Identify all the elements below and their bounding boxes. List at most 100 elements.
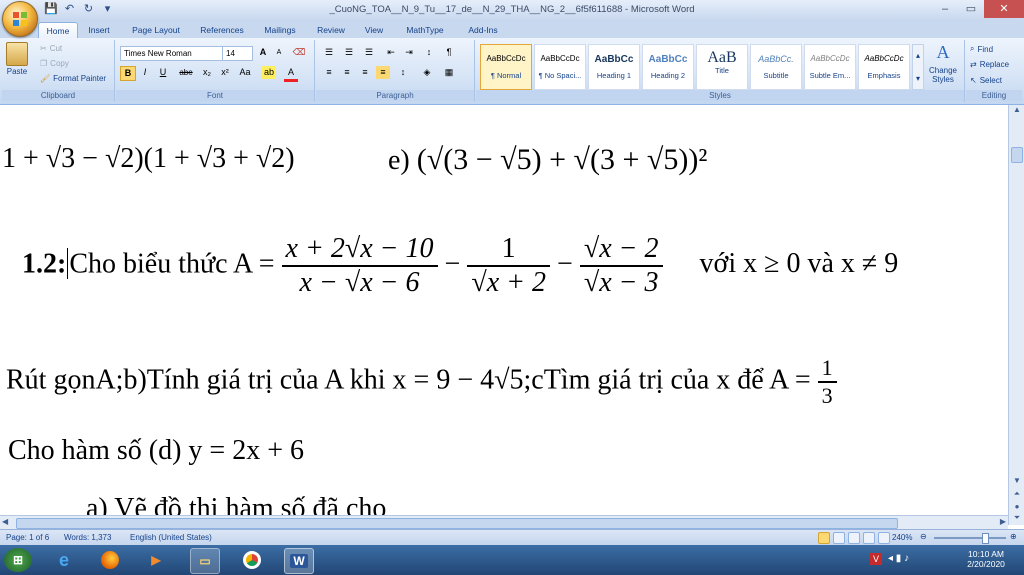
bold-button[interactable]: B: [120, 66, 136, 81]
next-page-icon[interactable]: ⏷: [1009, 513, 1024, 523]
style-no-spacing[interactable]: AaBbCcDc ¶ No Spaci...: [534, 44, 586, 90]
style-emphasis[interactable]: AaBbCcDc Emphasis: [858, 44, 910, 90]
file-explorer-icon[interactable]: ▭: [190, 548, 220, 574]
show-formatting-icon[interactable]: ¶: [442, 46, 456, 59]
multilevel-list-icon[interactable]: ☰: [362, 46, 376, 59]
prev-page-icon[interactable]: ⏶: [1009, 489, 1024, 499]
justify-icon[interactable]: ≡: [376, 66, 390, 79]
tab-add-ins[interactable]: Add-Ins: [460, 22, 506, 38]
word-count[interactable]: Words: 1,373: [64, 533, 111, 542]
tab-mailings[interactable]: Mailings: [258, 22, 302, 38]
replace-button[interactable]: ⇄ Replace: [970, 60, 1009, 69]
grow-font-button[interactable]: A: [256, 46, 270, 59]
close-button[interactable]: ✕: [984, 0, 1024, 18]
highlight-icon[interactable]: ab: [262, 66, 276, 79]
tab-home[interactable]: Home: [38, 22, 78, 39]
strikethrough-button[interactable]: abe: [176, 66, 196, 79]
paste-button[interactable]: Paste: [6, 42, 28, 76]
draft-icon[interactable]: [878, 532, 890, 544]
superscript-button[interactable]: x²: [218, 66, 232, 79]
vietkey-icon[interactable]: V: [870, 553, 882, 565]
format-painter-button[interactable]: 🖌 Format Painter: [40, 74, 106, 83]
full-screen-reading-icon[interactable]: [833, 532, 845, 544]
sort-icon[interactable]: ↕: [422, 46, 436, 59]
vertical-scrollbar[interactable]: ▲ ▼ ⏶ ● ⏷: [1008, 105, 1024, 525]
browse-object-icon[interactable]: ●: [1009, 502, 1024, 511]
tab-page-layout[interactable]: Page Layout: [126, 22, 186, 38]
style-subtitle[interactable]: AaBbCc. Subtitle: [750, 44, 802, 90]
page-count[interactable]: Page: 1 of 6: [6, 533, 49, 542]
change-case-button[interactable]: Aa: [236, 66, 254, 79]
style-normal[interactable]: AaBbCcDc ¶ Normal: [480, 44, 532, 90]
zoom-out-icon[interactable]: ⊖: [920, 532, 927, 541]
word-taskbar-icon[interactable]: W: [284, 548, 314, 574]
change-styles-button[interactable]: A Change Styles: [926, 42, 960, 84]
copy-button[interactable]: ❐ Copy: [40, 59, 69, 68]
tab-view[interactable]: View: [358, 22, 390, 38]
outline-icon[interactable]: [863, 532, 875, 544]
media-player-icon[interactable]: ▶: [142, 548, 170, 572]
scroll-down-icon[interactable]: ▼: [1009, 476, 1024, 485]
shading-icon[interactable]: ◈: [420, 66, 434, 79]
tab-review[interactable]: Review: [312, 22, 350, 38]
firefox-icon[interactable]: [96, 548, 124, 572]
underline-button[interactable]: U: [156, 66, 170, 79]
align-center-icon[interactable]: ≡: [340, 66, 354, 79]
align-left-icon[interactable]: ≡: [322, 66, 336, 79]
subscript-button[interactable]: x₂: [200, 66, 214, 79]
chrome-icon[interactable]: [238, 548, 266, 572]
zoom-level[interactable]: 240%: [892, 533, 912, 542]
fraction-2-numerator: 1: [501, 233, 516, 264]
line-spacing-icon[interactable]: ↕: [396, 66, 410, 79]
bullets-icon[interactable]: ☰: [322, 46, 336, 59]
clock[interactable]: 10:10 AM 2/20/2020: [958, 549, 1014, 569]
language-indicator[interactable]: English (United States): [130, 533, 212, 542]
office-button[interactable]: [2, 1, 38, 37]
part-e-label: e): [388, 145, 410, 176]
style-preview: AaBbCc: [594, 54, 634, 65]
align-right-icon[interactable]: ≡: [358, 66, 372, 79]
chevron-down-icon: ▾: [915, 74, 920, 84]
tab-references[interactable]: References: [194, 22, 250, 38]
scroll-up-icon[interactable]: ▲: [1009, 105, 1024, 117]
style-subtle-emphasis[interactable]: AaBbCcDc Subtle Em...: [804, 44, 856, 90]
internet-explorer-icon[interactable]: e: [50, 548, 78, 572]
zoom-in-icon[interactable]: ⊕: [1010, 532, 1017, 541]
binoculars-icon: ⌕: [970, 44, 975, 53]
numbering-icon[interactable]: ☰: [342, 46, 356, 59]
borders-icon[interactable]: ▦: [442, 66, 456, 79]
font-family-select[interactable]: Times New Roman: [120, 46, 223, 61]
print-layout-icon[interactable]: [818, 532, 830, 544]
style-title[interactable]: AaB Title: [696, 44, 748, 90]
minimize-button[interactable]: –: [932, 0, 958, 18]
zoom-slider-thumb[interactable]: [982, 533, 989, 544]
select-button[interactable]: ↖ Select: [970, 76, 1002, 85]
horizontal-scroll-thumb[interactable]: [16, 518, 898, 529]
style-preview: AaBbCc: [648, 54, 688, 65]
increase-indent-icon[interactable]: ⇥: [402, 46, 416, 59]
start-button[interactable]: ⊞: [4, 548, 32, 572]
tray-icons[interactable]: ◂ ▮ ♪: [888, 553, 909, 564]
styles-scroll[interactable]: ▴ ▾: [912, 44, 924, 90]
find-button[interactable]: ⌕ Find: [970, 44, 993, 54]
horizontal-scrollbar[interactable]: ◀ ▶: [0, 515, 1008, 530]
font-size-select[interactable]: 14: [222, 46, 253, 61]
scroll-right-icon[interactable]: ▶: [1000, 517, 1006, 526]
scroll-left-icon[interactable]: ◀: [2, 517, 8, 526]
tab-mathtype[interactable]: MathType: [400, 22, 450, 38]
shrink-font-button[interactable]: A: [272, 46, 286, 59]
decrease-indent-icon[interactable]: ⇤: [384, 46, 398, 59]
style-heading-1[interactable]: AaBbCc Heading 1: [588, 44, 640, 90]
web-layout-icon[interactable]: [848, 532, 860, 544]
clear-format-icon[interactable]: ⌫: [292, 46, 306, 59]
cut-button[interactable]: ✂ Cut: [40, 44, 62, 53]
scroll-thumb[interactable]: [1011, 147, 1023, 163]
zoom-slider[interactable]: [934, 537, 1006, 539]
tab-insert[interactable]: Insert: [80, 22, 118, 38]
italic-button[interactable]: I: [138, 66, 152, 79]
style-heading-2[interactable]: AaBbCc Heading 2: [642, 44, 694, 90]
font-color-icon[interactable]: A: [284, 66, 298, 82]
document-canvas[interactable]: 1 + √3 − √2)(1 + √3 + √2) e) (√(3 − √5) …: [0, 105, 1008, 515]
fraction-3-denominator: √x − 3: [579, 265, 663, 299]
maximize-button[interactable]: ▭: [958, 0, 984, 18]
